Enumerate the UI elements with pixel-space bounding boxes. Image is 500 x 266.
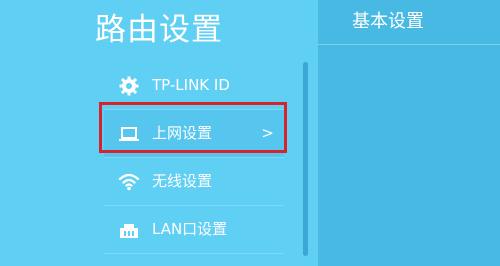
sidebar-item-tplink-id[interactable]: TP-LINK ID <box>104 62 284 110</box>
sidebar-title: 路由设置 <box>95 12 223 48</box>
sidebar-item-internet-settings[interactable]: 上网设置 > <box>104 110 284 158</box>
wifi-icon <box>118 172 140 192</box>
main-title: 基本设置 <box>352 11 424 32</box>
gear-icon <box>118 76 140 96</box>
lan-port-icon <box>118 220 140 240</box>
sidebar-item-wireless-settings[interactable]: 无线设置 <box>104 158 284 206</box>
sidebar: 路由设置 TP-LINK ID 上网设置 > 无线设置 LAN口设置 <box>0 0 318 266</box>
chevron-right-icon: > <box>261 124 274 142</box>
sidebar-item-label: 上网设置 <box>152 124 213 142</box>
main-panel <box>318 0 500 266</box>
sidebar-item-label: 无线设置 <box>152 172 213 190</box>
sidebar-item-label: TP-LINK ID <box>152 76 230 94</box>
sidebar-item-lan-settings[interactable]: LAN口设置 <box>104 206 284 254</box>
sidebar-menu: TP-LINK ID 上网设置 > 无线设置 LAN口设置 <box>104 62 284 254</box>
main-title-divider <box>318 44 500 45</box>
laptop-icon <box>118 124 140 144</box>
sidebar-item-label: LAN口设置 <box>152 220 228 238</box>
sidebar-scrollbar[interactable] <box>303 62 308 256</box>
